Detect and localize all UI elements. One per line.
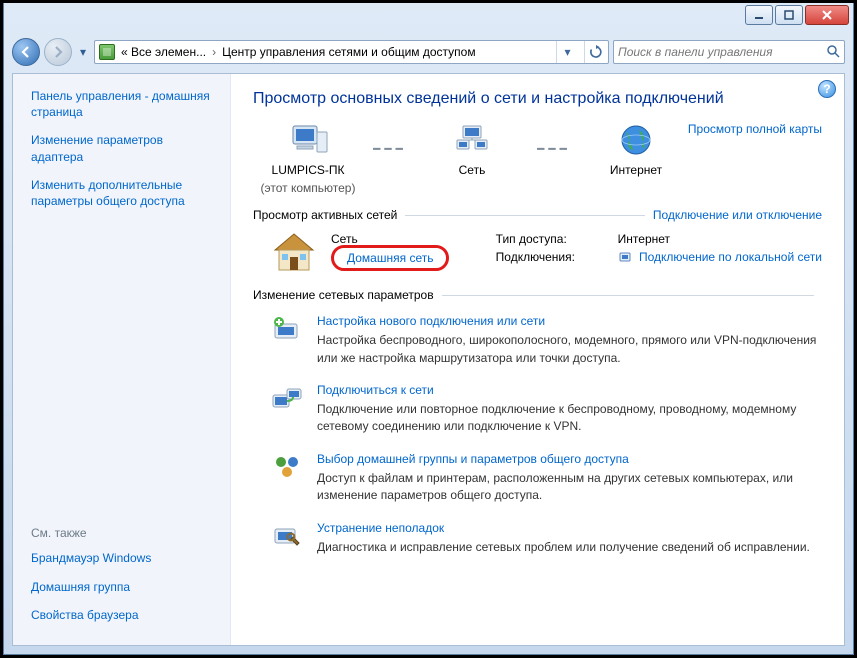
titlebar — [4, 3, 853, 35]
connect-network-icon — [271, 383, 303, 413]
address-bar[interactable]: « Все элемен... › Центр управления сетям… — [94, 40, 609, 64]
globe-icon — [615, 122, 657, 158]
map-node1-sub: (этот компьютер) — [253, 181, 363, 197]
page-title: Просмотр основных сведений о сети и наст… — [253, 90, 822, 108]
setting-troubleshoot-desc: Диагностика и исправление сетевых пробле… — [317, 539, 810, 556]
sidebar-footer-heading: См. также — [31, 526, 214, 540]
map-node-this-pc: LUMPICS-ПК (этот компьютер) — [253, 122, 363, 196]
breadcrumb-seg1[interactable]: « Все элемен... — [121, 45, 206, 59]
setting-new-connection: Настройка нового подключения или сети На… — [253, 308, 822, 377]
network-name: Сеть — [331, 232, 449, 246]
setting-homegroup: Выбор домашней группы и параметров общег… — [253, 446, 822, 515]
active-network-info: Сеть Домашняя сеть — [331, 232, 449, 271]
network-icon — [451, 122, 493, 158]
window-chrome: ▾ « Все элемен... › Центр управления сет… — [3, 3, 854, 655]
search-placeholder: Поиск в панели управления — [618, 45, 773, 59]
forward-button[interactable] — [44, 38, 72, 66]
map-connection-line: ━━━ — [527, 142, 581, 156]
sidebar-item-adapter-settings[interactable]: Изменение параметров адаптера — [31, 132, 214, 164]
computer-icon — [287, 122, 329, 158]
setting-new-connection-title[interactable]: Настройка нового подключения или сети — [317, 314, 545, 328]
connections-key: Подключения: — [496, 250, 592, 264]
search-input[interactable]: Поиск в панели управления — [613, 40, 845, 64]
setting-new-connection-desc: Настройка беспроводного, широкополосного… — [317, 332, 817, 367]
sidebar-item-firewall[interactable]: Брандмауэр Windows — [31, 550, 214, 566]
close-button[interactable] — [805, 5, 849, 25]
view-full-map-link[interactable]: Просмотр полной карты — [688, 122, 822, 136]
setting-connect-network-title[interactable]: Подключиться к сети — [317, 383, 434, 397]
homegroup-icon — [271, 452, 303, 482]
nav-history-dropdown[interactable]: ▾ — [76, 38, 90, 66]
network-settings-heading: Изменение сетевых параметров — [253, 288, 822, 302]
breadcrumb-seg2[interactable]: Центр управления сетями и общим доступом — [222, 45, 550, 59]
setting-connect-network-desc: Подключение или повторное подключение к … — [317, 401, 817, 436]
refresh-button[interactable] — [584, 41, 606, 63]
sidebar-item-advanced-sharing[interactable]: Изменить дополнительные параметры общего… — [31, 177, 214, 209]
map-node-network: Сеть — [417, 122, 527, 179]
setting-troubleshoot-title[interactable]: Устранение неполадок — [317, 521, 444, 535]
sidebar-item-home[interactable]: Панель управления - домашняя страница — [31, 88, 214, 120]
active-networks-label: Просмотр активных сетей — [253, 208, 397, 222]
help-button[interactable]: ? — [818, 80, 836, 98]
sidebar-item-internet-options[interactable]: Свойства браузера — [31, 607, 214, 623]
setting-homegroup-title[interactable]: Выбор домашней группы и параметров общег… — [317, 452, 629, 466]
sidebar-item-homegroup[interactable]: Домашняя группа — [31, 579, 214, 595]
setting-connect-network: Подключиться к сети Подключение или повт… — [253, 377, 822, 446]
network-map: LUMPICS-ПК (этот компьютер) ━━━ — [253, 122, 822, 196]
sidebar: Панель управления - домашняя страница Из… — [13, 74, 231, 645]
troubleshoot-icon — [271, 521, 303, 551]
ethernet-icon — [618, 250, 632, 264]
new-connection-icon — [271, 314, 303, 344]
map-connection-line: ━━━ — [363, 142, 417, 156]
map-node2-label: Сеть — [417, 163, 527, 179]
access-type-value: Интернет — [618, 232, 670, 246]
breadcrumb-separator: › — [212, 45, 216, 59]
map-node-internet: Интернет — [581, 122, 691, 179]
maximize-button[interactable] — [775, 5, 803, 25]
back-button[interactable] — [12, 38, 40, 66]
content-area: Панель управления - домашняя страница Из… — [12, 73, 845, 646]
minimize-button[interactable] — [745, 5, 773, 25]
home-network-icon — [271, 232, 317, 272]
connection-details: Тип доступа: Интернет Подключения: Подкл… — [496, 232, 822, 268]
address-dropdown[interactable]: ▾ — [556, 41, 578, 63]
search-icon — [826, 44, 840, 61]
setting-troubleshoot: Устранение неполадок Диагностика и испра… — [253, 515, 822, 566]
active-network-row: Сеть Домашняя сеть Тип доступа: Интернет… — [253, 228, 822, 276]
control-panel-icon — [99, 44, 115, 60]
access-type-key: Тип доступа: — [496, 232, 592, 246]
map-node3-label: Интернет — [581, 163, 691, 179]
network-settings-label: Изменение сетевых параметров — [253, 288, 434, 302]
map-node1-label: LUMPICS-ПК — [253, 163, 363, 179]
main-panel: ? Просмотр основных сведений о сети и на… — [231, 74, 844, 645]
setting-homegroup-desc: Доступ к файлам и принтерам, расположенн… — [317, 470, 817, 505]
connection-link[interactable]: Подключение по локальной сети — [639, 250, 822, 264]
active-networks-heading: Просмотр активных сетей Подключение или … — [253, 208, 822, 222]
connect-disconnect-link[interactable]: Подключение или отключение — [653, 208, 822, 222]
network-type-link[interactable]: Домашняя сеть — [331, 245, 449, 271]
navbar: ▾ « Все элемен... › Центр управления сет… — [12, 35, 845, 69]
